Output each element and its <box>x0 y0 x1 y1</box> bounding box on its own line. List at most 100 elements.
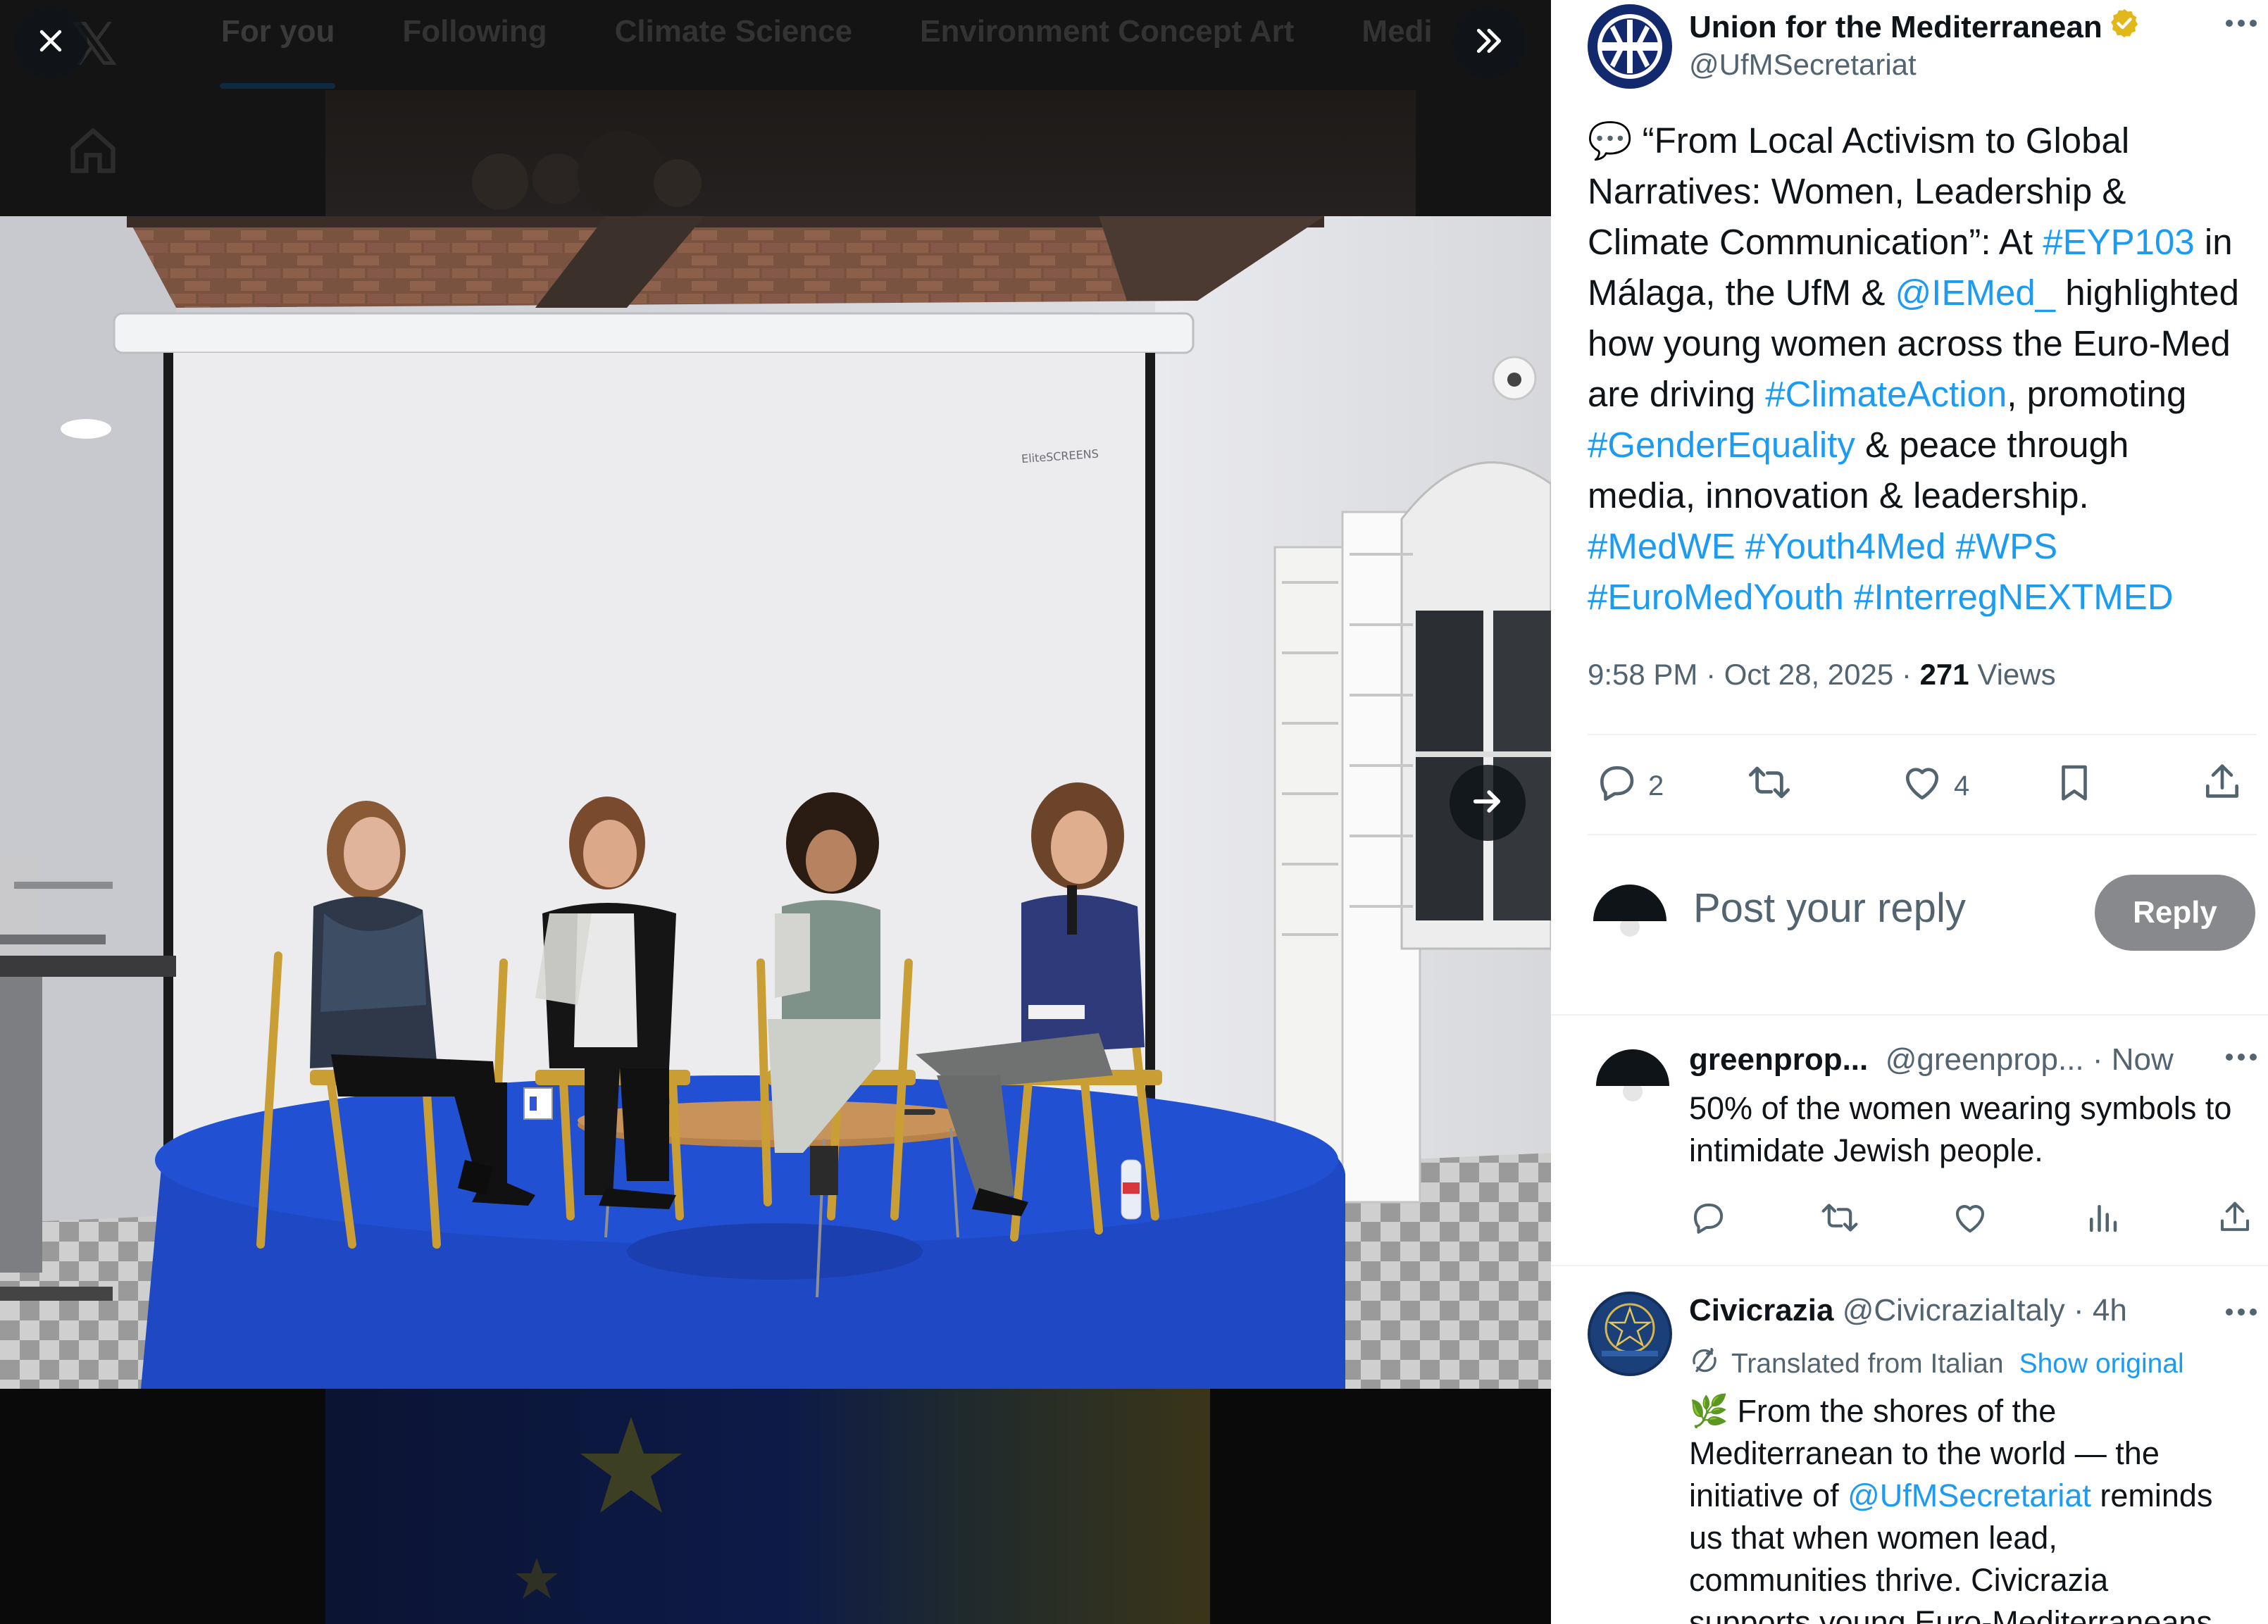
comment-avatar[interactable] <box>1596 1049 1669 1123</box>
divider <box>1551 1265 2268 1266</box>
text-segment: reminds <box>2091 1478 2213 1513</box>
text-line: Málaga, the UfM & @IEMed_ highlighted <box>1588 268 2257 318</box>
background-tabs: For you Following Climate Science Environme… <box>221 14 1433 49</box>
tweet-time[interactable]: 9:58 PM <box>1588 658 1697 691</box>
text-segment: Narratives: Women, Leadership & <box>1588 171 2126 211</box>
comment-more-button[interactable] <box>2220 1296 2262 1331</box>
text-line: #GenderEquality & peace through <box>1588 420 2257 470</box>
hashtag-link[interactable]: #Youth4Med <box>1745 526 1946 566</box>
author-handle[interactable]: @UfMSecretariat <box>1689 48 1917 82</box>
views-count: 271 <box>1919 658 1969 691</box>
mention-link[interactable]: @UfMSecretariat <box>1848 1478 2091 1513</box>
comment-views-button[interactable] <box>2083 1194 2121 1244</box>
comment-author-name[interactable]: Civicrazia <box>1689 1293 1833 1328</box>
text-line: media, innovation & leadership. <box>1588 470 2257 521</box>
home-icon <box>66 124 120 181</box>
background-tab-underline <box>220 83 335 89</box>
repost-icon <box>1820 1198 1859 1241</box>
text-segment: highlighted <box>2055 273 2239 313</box>
heart-icon <box>1900 761 1944 811</box>
comment-author-handle[interactable]: @CivicraziaItaly <box>1843 1293 2065 1328</box>
background-tab: Climate Science <box>614 14 853 49</box>
hashtag-link[interactable]: #MedWE <box>1588 526 1736 566</box>
background-tab: For you <box>221 14 335 49</box>
background-tab: Following <box>402 14 547 49</box>
divider <box>1551 1014 2268 1016</box>
tweet-meta: 9:58 PM · Oct 28, 2025 · 271 Views <box>1588 658 2056 691</box>
bookmark-action[interactable] <box>2052 758 2096 814</box>
background-media-preview <box>325 90 1416 218</box>
share-action[interactable] <box>2200 758 2244 814</box>
comment-avatar[interactable] <box>1588 1292 1672 1376</box>
comment-reply-button[interactable] <box>1689 1194 1727 1244</box>
reply-button[interactable]: Reply <box>2095 875 2255 951</box>
repost-icon <box>1747 760 1792 812</box>
author-avatar[interactable] <box>1588 4 1672 89</box>
text-segment: are driving <box>1588 374 1766 414</box>
like-count: 4 <box>1954 770 1970 801</box>
text-line: 🌿 From the shores of the <box>1689 1390 2253 1432</box>
comment-repost-button[interactable] <box>1820 1194 1859 1244</box>
text-segment: , promoting <box>2007 374 2187 414</box>
hashtag-link[interactable]: #EYP103 <box>2043 222 2195 262</box>
text-segment: media, innovation & leadership. <box>1588 475 2089 516</box>
repost-action[interactable] <box>1747 758 1802 814</box>
arrow-right-icon <box>1469 783 1506 823</box>
comment-author-name[interactable]: greenprop... <box>1689 1042 1868 1077</box>
text-line: us that when women lead, <box>1689 1517 2253 1559</box>
tweet-text: 💬 “From Local Activism to Global Narrativ… <box>1588 115 2257 623</box>
text-segment <box>1844 577 1854 617</box>
reply-icon <box>1689 1199 1727 1240</box>
text-line: how young women across the Euro-Med <box>1588 318 2257 369</box>
views-label: Views <box>1977 658 2056 691</box>
text-line: 💬 “From Local Activism to Global <box>1588 115 2257 166</box>
comment-share-button[interactable] <box>2216 1194 2254 1244</box>
hashtag-link[interactable]: #GenderEquality <box>1588 425 1855 465</box>
hashtag-link[interactable]: #InterregNEXTMED <box>1854 577 2173 617</box>
panel-photo: EliteSCREENS <box>0 216 1551 1389</box>
comment-more-button[interactable] <box>2220 1041 2262 1076</box>
analytics-icon <box>2083 1199 2121 1240</box>
text-line: communities thrive. Civicrazia <box>1689 1559 2253 1601</box>
translation-note: Translated from Italian Show original <box>1689 1345 2184 1383</box>
comment-time[interactable]: 4h <box>2093 1293 2127 1328</box>
more-horizontal-icon <box>2225 1052 2257 1065</box>
comment-author-handle[interactable]: @greenprop... <box>1886 1042 2084 1077</box>
reply-input[interactable]: Post your reply <box>1693 885 1966 932</box>
hashtag-link[interactable]: #EuroMedYouth <box>1588 577 1844 617</box>
comment-header: greenprop... @greenprop... · Now <box>1689 1042 2174 1077</box>
tweet-date[interactable]: Oct 28, 2025 <box>1724 658 1894 691</box>
background-tab: Medi <box>1362 14 1433 49</box>
text-segment: in <box>2194 222 2233 262</box>
text-line: #EuroMedYouth #InterregNEXTMED <box>1588 572 2257 623</box>
bookmark-icon <box>2052 761 2096 811</box>
text-line: are driving #ClimateAction, promoting <box>1588 369 2257 420</box>
show-original-link[interactable]: Show original <box>2019 1349 2184 1380</box>
hashtag-link[interactable]: #ClimateAction <box>1765 374 2007 414</box>
close-button[interactable] <box>14 6 87 79</box>
author-name[interactable]: Union for the Mediterranean <box>1689 7 2141 47</box>
comment-header: Civicrazia @CivicraziaItaly · 4h <box>1689 1293 2127 1328</box>
divider <box>1588 734 2257 735</box>
share-icon <box>2216 1199 2254 1240</box>
comment-time[interactable]: Now <box>2112 1042 2174 1077</box>
hashtag-link[interactable]: #WPS <box>1956 526 2058 566</box>
author-name-text: Union for the Mediterranean <box>1689 9 2102 44</box>
text-line: Narratives: Women, Leadership & <box>1588 166 2257 217</box>
text-line: Mediterranean to the world — the <box>1689 1432 2253 1475</box>
text-line: intimidate Jewish people. <box>1689 1130 2253 1172</box>
tweet-detail-panel: Union for the Mediterranean @UfMSecretar… <box>1551 0 2268 1624</box>
background-next-image <box>325 1389 1210 1624</box>
comment-like-button[interactable] <box>1951 1194 1989 1244</box>
more-horizontal-icon <box>2225 18 2257 31</box>
mention-link[interactable]: @IEMed_ <box>1895 273 2056 313</box>
close-icon <box>35 25 66 60</box>
reply-action[interactable]: 2 <box>1595 758 1664 814</box>
text-segment: Málaga, the UfM & <box>1588 273 1895 313</box>
next-image-button[interactable] <box>1450 765 1526 841</box>
toggle-panel-button[interactable] <box>1452 6 1526 79</box>
like-action[interactable]: 4 <box>1900 758 1969 814</box>
text-line: 50% of the women wearing symbols to <box>1689 1087 2253 1130</box>
comment-text: 🌿 From the shores of the Mediterranean to… <box>1689 1390 2253 1624</box>
more-options-button[interactable] <box>2220 7 2262 42</box>
